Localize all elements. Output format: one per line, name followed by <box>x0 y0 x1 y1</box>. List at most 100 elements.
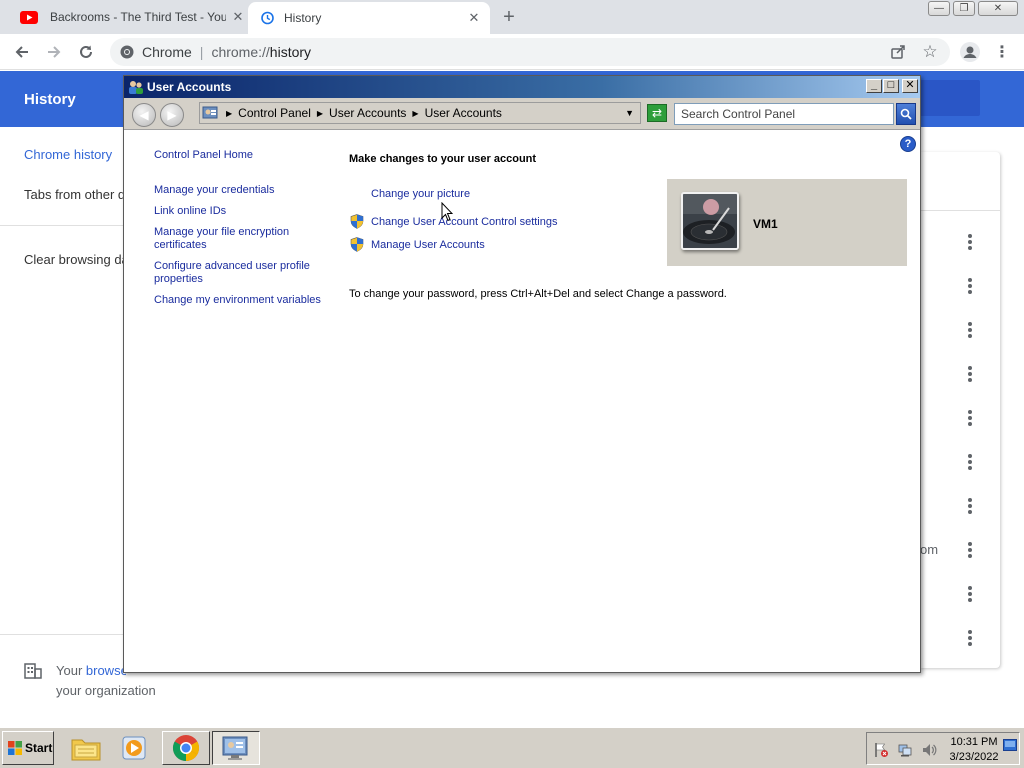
reload-button[interactable] <box>74 40 98 64</box>
youtube-icon <box>20 10 38 24</box>
tab-title: History <box>284 11 322 25</box>
kebab-menu-icon: ⋮ <box>994 44 1010 61</box>
new-tab-button[interactable]: + <box>498 6 520 28</box>
share-icon <box>891 45 905 59</box>
back-button[interactable] <box>10 40 34 64</box>
site-info-chip[interactable]: Chrome <box>120 44 192 60</box>
breadcrumb-item[interactable]: Control Panel <box>238 106 311 120</box>
breadcrumb-separator-icon[interactable]: ▶ <box>317 109 323 118</box>
user-accounts-window: User Accounts _ □ ✕ ◀ ▶ ▶ Control Panel … <box>123 75 921 673</box>
history-item-text: om <box>920 542 939 557</box>
sidebar-item-chrome-history[interactable]: Chrome history <box>24 147 112 162</box>
windows-logo-icon <box>8 741 22 755</box>
mouse-cursor-icon <box>441 202 453 222</box>
item-menu-button[interactable] <box>964 232 976 252</box>
control-panel-icon <box>202 106 218 119</box>
clock-time[interactable]: 10:31 PM <box>949 736 999 748</box>
managed-note-line: Your browser is managed <box>56 661 126 681</box>
task-link-control-panel-home[interactable]: Control Panel Home <box>154 149 253 162</box>
search-input[interactable]: Search Control Panel <box>674 103 894 125</box>
item-menu-button[interactable] <box>964 276 976 296</box>
search-button[interactable] <box>896 103 916 125</box>
close-icon[interactable]: ✕ <box>230 9 246 25</box>
password-hint-text: To change your password, press Ctrl+Alt+… <box>349 288 727 300</box>
address-bar[interactable]: Chrome | chrome://history <box>110 38 950 66</box>
forward-button[interactable] <box>42 40 66 64</box>
restore-button[interactable]: ❐ <box>953 1 975 16</box>
profile-button[interactable] <box>958 40 982 64</box>
item-menu-button[interactable] <box>964 496 976 516</box>
task-link-advanced-profile[interactable]: Configure advanced user profile properti… <box>154 260 314 286</box>
window-titlebar[interactable]: User Accounts _ □ ✕ <box>124 76 920 98</box>
menu-button[interactable]: ⋮ <box>990 40 1014 64</box>
clock-date[interactable]: 3/23/2022 <box>945 751 1003 763</box>
item-menu-button[interactable] <box>964 628 976 648</box>
close-icon[interactable]: ✕ <box>466 10 482 26</box>
task-link-online-ids[interactable]: Link online IDs <box>154 205 226 218</box>
change-picture-link[interactable]: Change your picture <box>371 188 470 201</box>
breadcrumb-separator-icon[interactable]: ▶ <box>412 109 418 118</box>
close-button[interactable]: ✕ <box>902 79 918 93</box>
task-link-manage-credentials[interactable]: Manage your credentials <box>154 184 274 197</box>
volume-icon[interactable] <box>921 742 937 758</box>
refresh-icon: ⇄ <box>651 106 663 120</box>
network-icon[interactable] <box>897 742 913 758</box>
breadcrumb-item[interactable]: User Accounts <box>329 106 406 120</box>
explorer-navigation-bar: ◀ ▶ ▶ Control Panel ▶ User Accounts ▶ Us… <box>124 98 920 130</box>
media-player-icon <box>122 736 146 760</box>
arrow-right-icon <box>48 46 61 58</box>
chevron-down-icon[interactable]: ▼ <box>625 108 634 118</box>
avatar[interactable] <box>681 192 739 250</box>
sidebar-divider <box>0 225 124 226</box>
taskbar-control-panel-button[interactable] <box>212 731 260 765</box>
close-window-button[interactable]: ✕ <box>978 1 1018 16</box>
back-button[interactable]: ◀ <box>132 103 156 127</box>
taskbar-chrome-button[interactable] <box>162 731 210 765</box>
taskbar-explorer-button[interactable] <box>64 731 108 765</box>
breadcrumb-item[interactable]: User Accounts <box>425 106 502 120</box>
breadcrumb[interactable]: ▶ Control Panel ▶ User Accounts ▶ User A… <box>199 102 641 124</box>
bookmark-button[interactable]: ☆ <box>918 40 942 64</box>
action-center-flag-icon[interactable] <box>873 742 889 758</box>
omnibox-separator: | <box>199 44 204 60</box>
tab-youtube[interactable]: Backrooms - The Third Test - YouTube ✕ <box>12 0 248 34</box>
item-menu-button[interactable] <box>964 584 976 604</box>
minimize-button[interactable]: _ <box>866 79 882 93</box>
browser-tab-strip: Backrooms - The Third Test - YouTube ✕ H… <box>0 0 1024 34</box>
history-icon <box>261 11 274 25</box>
share-button[interactable] <box>886 40 910 64</box>
history-search-field[interactable] <box>920 80 980 116</box>
show-desktop-icon[interactable] <box>1003 739 1017 751</box>
history-list-card: om <box>920 152 1000 668</box>
task-link-file-encryption[interactable]: Manage your file encryption certificates <box>154 226 304 252</box>
item-menu-button[interactable] <box>964 408 976 428</box>
minimize-button[interactable]: — <box>928 1 950 16</box>
forward-button[interactable]: ▶ <box>160 103 184 127</box>
sidebar-divider <box>0 634 124 635</box>
managed-link[interactable]: browser is managed <box>86 663 126 678</box>
maximize-button[interactable]: □ <box>883 79 899 93</box>
tab-history[interactable]: History ✕ <box>248 2 490 34</box>
taskbar-media-player-button[interactable] <box>112 731 156 765</box>
item-menu-button[interactable] <box>964 540 976 560</box>
user-account-tile: VM1 <box>667 179 907 266</box>
refresh-button[interactable]: ⇄ <box>647 104 667 122</box>
record-player-icon <box>683 194 737 248</box>
item-menu-button[interactable] <box>964 320 976 340</box>
arrow-right-icon: ▶ <box>167 108 177 122</box>
item-menu-button[interactable] <box>964 452 976 472</box>
breadcrumb-separator-icon[interactable]: ▶ <box>226 109 232 118</box>
system-tray: 10:31 PM 3/23/2022 <box>866 732 1020 765</box>
section-heading: Make changes to your user account <box>349 153 537 165</box>
site-label: Chrome <box>142 44 192 60</box>
arrow-left-icon: ◀ <box>139 108 149 122</box>
item-menu-button[interactable] <box>964 364 976 384</box>
manage-accounts-link[interactable]: Manage User Accounts <box>371 239 485 252</box>
uac-settings-link[interactable]: Change User Account Control settings <box>371 216 558 229</box>
browser-toolbar: Chrome | chrome://history ☆ ⋮ <box>0 34 1024 70</box>
window-title: User Accounts <box>147 80 232 94</box>
building-icon <box>24 663 42 679</box>
task-link-environment-variables[interactable]: Change my environment variables <box>154 294 321 307</box>
help-icon[interactable]: ? <box>900 136 916 152</box>
start-button[interactable]: Start <box>2 731 54 765</box>
